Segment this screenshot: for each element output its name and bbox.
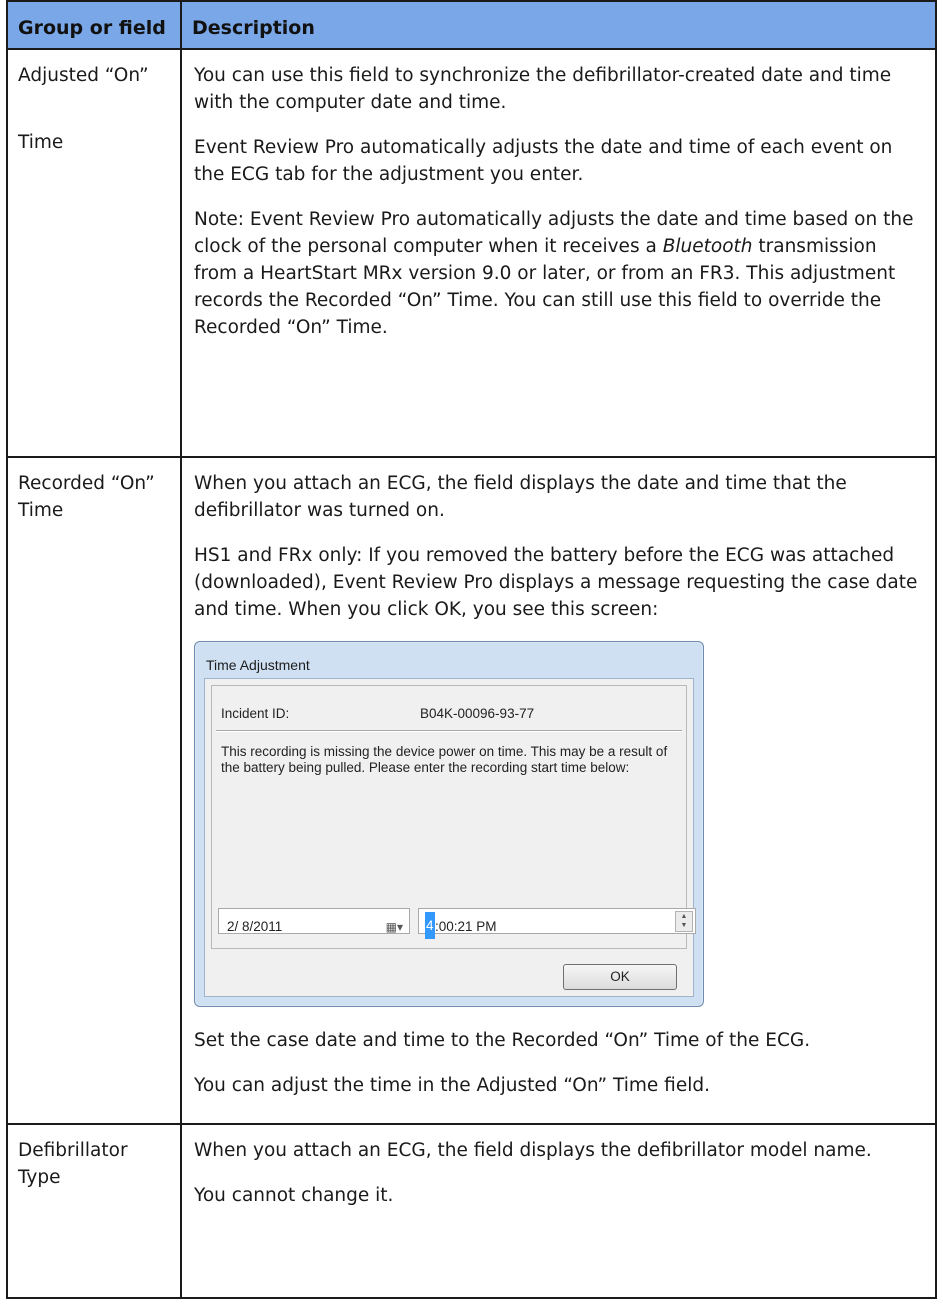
incident-id-label: Incident ID: [221, 706, 290, 721]
date-value: 2/ 8/2011 [227, 919, 283, 934]
description-paragraph: Event Review Pro automatically adjusts t… [194, 137, 893, 185]
table-row: Adjusted “On” Time You can use this fiel… [6, 48, 937, 458]
group-cell: Recorded “On” Time [6, 456, 182, 1125]
header-description: Description [180, 0, 937, 50]
header-group: Group or field [6, 0, 182, 50]
dialog-message: This recording is missing the device pow… [221, 744, 668, 775]
ok-button[interactable]: OK [563, 964, 677, 990]
dialog-group-box: Incident ID: B04K-00096-93-77 This recor… [211, 685, 696, 949]
time-hour-selected: 4 [425, 912, 435, 939]
description-cell: When you attach an ECG, the field displa… [180, 1123, 937, 1299]
group-label: Recorded “On” Time [18, 473, 155, 521]
group-label: Adjusted “On” [18, 65, 149, 86]
date-picker[interactable]: 2/ 8/2011 ▦▾ [218, 908, 410, 934]
header-row: Group or field Description [6, 0, 937, 50]
dialog-divider [216, 730, 682, 732]
calendar-dropdown-icon[interactable]: ▦▾ [386, 914, 403, 941]
field-description-table: Group or field Description Adjusted “On”… [6, 0, 937, 1299]
time-value: :00:21 PM [435, 919, 497, 934]
group-label: Defibrillator Type [18, 1140, 128, 1188]
time-adjustment-dialog-screenshot: Time Adjustment Incident ID: B04K-00096-… [194, 641, 704, 1007]
table-row: Defibrillator Type When you attach an EC… [6, 1123, 937, 1299]
incident-id-value: B04K-00096-93-77 [420, 706, 535, 721]
dialog-body: Incident ID: B04K-00096-93-77 This recor… [204, 678, 696, 997]
time-input[interactable]: 4 :00:21 PM ▲ ▼ [418, 908, 696, 939]
note-italic-term: Bluetooth [662, 236, 753, 257]
note-paragraph: Note: Event Review Pro automatically adj… [194, 206, 921, 341]
description-cell: You can use this field to synchronize th… [180, 48, 937, 458]
dialog-title: Time Adjustment [206, 657, 310, 673]
spin-up-down-icon[interactable]: ▲ ▼ [675, 911, 693, 932]
table-row: Recorded “On” Time When you attach an EC… [6, 456, 937, 1125]
description-paragraph: You can use this field to synchronize th… [194, 65, 892, 113]
description-cell: When you attach an ECG, the field displa… [180, 456, 937, 1125]
description-paragraph: Set the case date and time to the Record… [194, 1030, 811, 1051]
group-label-continued: Time [18, 132, 64, 153]
description-paragraph: HS1 and FRx only: If you removed the bat… [194, 545, 918, 620]
description-paragraph: You cannot change it. [194, 1185, 394, 1206]
description-paragraph: When you attach an ECG, the field displa… [194, 473, 847, 521]
group-cell: Adjusted “On” Time [6, 48, 182, 458]
description-paragraph: When you attach an ECG, the field displa… [194, 1140, 872, 1161]
description-paragraph: You can adjust the time in the Adjusted … [194, 1075, 710, 1096]
group-cell: Defibrillator Type [6, 1123, 182, 1299]
